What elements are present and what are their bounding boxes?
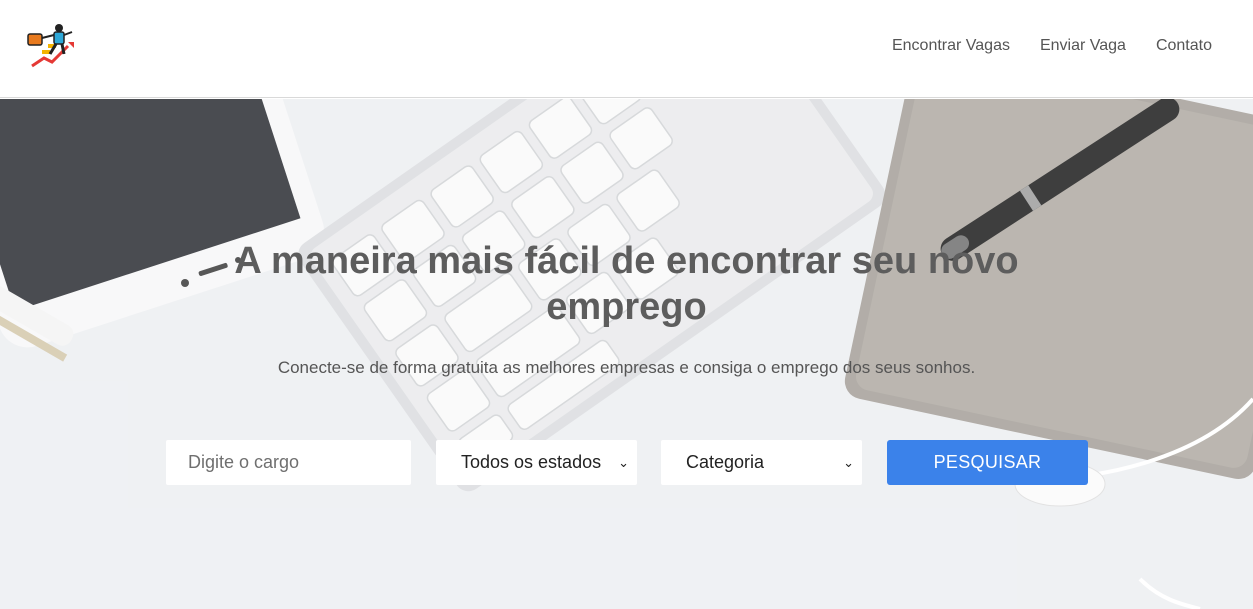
nav-contato[interactable]: Contato [1156,37,1212,55]
search-button[interactable]: PESQUISAR [887,440,1088,485]
estado-select[interactable]: Todos os estados ⌄ [436,440,637,485]
job-title-search-input[interactable] [166,440,411,485]
job-climber-logo-icon[interactable] [24,20,80,76]
site-header: Encontrar Vagas Enviar Vaga Contato [0,0,1253,98]
nav-encontrar-vagas[interactable]: Encontrar Vagas [892,37,1010,55]
hero-subtitle: Conecte-se de forma gratuita as melhores… [277,358,976,377]
estado-select-value: Todos os estados [461,452,602,472]
hero-section [0,99,1253,609]
nav-enviar-vaga[interactable]: Enviar Vaga [1040,37,1126,55]
categoria-select-value: Categoria [686,452,765,472]
chevron-down-icon: ⌄ [618,455,629,470]
categoria-select[interactable]: Categoria ⌄ [661,440,862,485]
main-nav: Encontrar Vagas Enviar Vaga Contato [892,37,1212,55]
hero-title: A maneira mais fácil de encontrar seu no… [234,240,1019,328]
chevron-down-icon: ⌄ [843,455,854,470]
hero-overlay [0,99,1253,609]
